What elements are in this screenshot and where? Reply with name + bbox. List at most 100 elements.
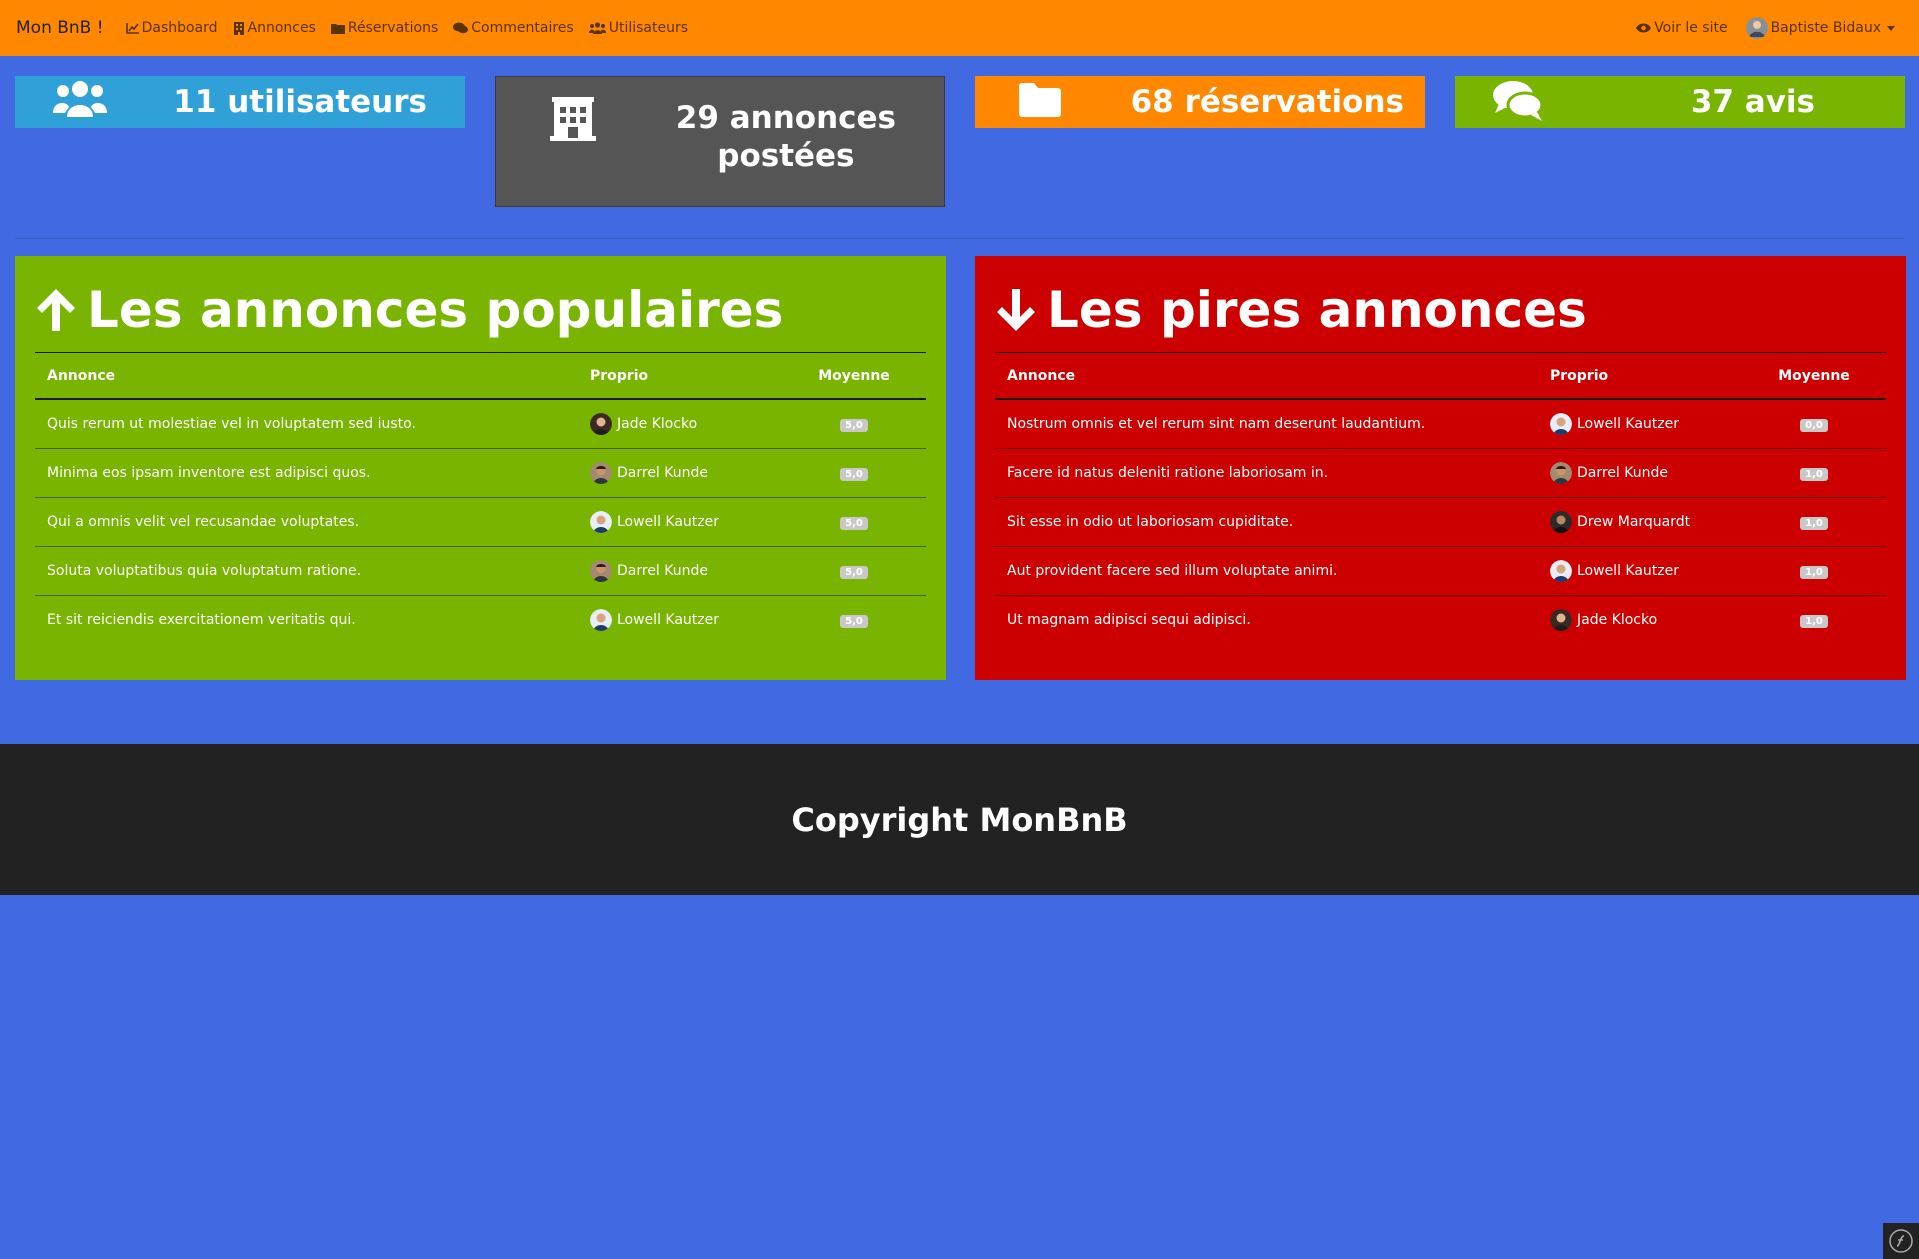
owner-name[interactable]: Jade Klocko [1577, 612, 1657, 628]
col-moyenne: Moyenne [782, 352, 926, 400]
popular-ads-panel: Les annonces populaires Annonce Proprio … [15, 256, 946, 680]
avg-cell: 1,0 [1742, 596, 1886, 645]
stat-ads-card: 29 annonces postées [495, 76, 945, 207]
view-site-label: Voir le site [1654, 20, 1728, 36]
rating-badge: 0,0 [1800, 419, 1828, 432]
nav-reservations-label: Réservations [347, 20, 439, 36]
stat-reviews-card: 37 avis [1455, 76, 1905, 128]
symfony-icon [1889, 1229, 1913, 1253]
brand-link[interactable]: Mon BnB ! [16, 18, 104, 38]
owner-name[interactable]: Darrel Kunde [617, 465, 708, 481]
popular-ads-table: Annonce Proprio Moyenne Quis rerum ut mo… [35, 352, 926, 644]
stat-ads-line1: 29 annonces [675, 100, 896, 136]
ad-title[interactable]: Soluta voluptatibus quia voluptatum rati… [35, 546, 578, 596]
nav-annonces-label: Annonces [247, 20, 316, 36]
symfony-toolbar-toggle[interactable] [1883, 1223, 1919, 1259]
nav-annonces[interactable]: Annonces [233, 20, 316, 36]
rating-badge: 5,0 [840, 566, 868, 579]
owner-cell: Lowell Kautzer [578, 596, 782, 645]
col-proprio: Proprio [578, 352, 782, 400]
ad-title[interactable]: Sit esse in odio ut laboriosam cupiditat… [995, 497, 1538, 547]
stat-ads-line2: postées [717, 138, 855, 174]
owner-name[interactable]: Drew Marquardt [1577, 514, 1690, 530]
stat-ads-value: 29 annonces postées [676, 99, 896, 175]
nav-utilisateurs[interactable]: Utilisateurs [588, 20, 689, 36]
avg-cell: 1,0 [1742, 546, 1886, 596]
col-moyenne: Moyenne [1742, 352, 1886, 400]
avg-cell: 1,0 [1742, 448, 1886, 498]
rating-badge: 5,0 [840, 419, 868, 432]
avatar [1550, 511, 1572, 533]
popular-ads-title: Les annonces populaires [87, 281, 784, 339]
ad-title[interactable]: Aut provident facere sed illum voluptate… [995, 546, 1538, 596]
table-row: Aut provident facere sed illum voluptate… [995, 546, 1886, 596]
owner-name[interactable]: Jade Klocko [617, 416, 697, 432]
owner-name[interactable]: Darrel Kunde [617, 563, 708, 579]
stat-users-card: 11 utilisateurs [15, 76, 465, 128]
ad-title[interactable]: Minima eos ipsam inventore est adipisci … [35, 448, 578, 498]
stat-reservations-card: 68 réservations [975, 76, 1425, 128]
avg-cell: 5,0 [782, 448, 926, 498]
comments-icon [453, 22, 469, 34]
owner-cell: Jade Klocko [1538, 596, 1742, 645]
table-row: Soluta voluptatibus quia voluptatum rati… [35, 546, 926, 596]
nav-reservations[interactable]: Réservations [330, 20, 439, 36]
owner-name[interactable]: Darrel Kunde [1577, 465, 1668, 481]
nav-dashboard[interactable]: Dashboard [125, 20, 218, 36]
owner-cell: Drew Marquardt [1538, 497, 1742, 547]
worst-ads-table: Annonce Proprio Moyenne Nostrum omnis et… [995, 352, 1886, 644]
stat-users-value: 11 utilisateurs [173, 84, 427, 120]
ad-title[interactable]: Ut magnam adipisci sequi adipisci. [995, 596, 1538, 645]
footer: Copyright MonBnB [0, 744, 1919, 895]
chart-line-icon [125, 22, 139, 34]
table-row: Quis rerum ut molestiae vel in voluptate… [35, 399, 926, 449]
owner-cell: Darrel Kunde [1538, 448, 1742, 498]
avg-cell: 5,0 [782, 399, 926, 449]
rating-badge: 1,0 [1800, 615, 1828, 628]
ad-title[interactable]: Facere id natus deleniti ratione laborio… [995, 448, 1538, 498]
col-annonce: Annonce [35, 352, 578, 400]
avatar [590, 609, 612, 631]
owner-cell: Lowell Kautzer [1538, 399, 1742, 449]
avatar [1550, 413, 1572, 435]
rating-badge: 1,0 [1800, 517, 1828, 530]
view-site-link[interactable]: Voir le site [1636, 20, 1728, 36]
users-icon [588, 22, 606, 34]
arrow-up-icon [37, 289, 75, 331]
owner-name[interactable]: Lowell Kautzer [617, 612, 719, 628]
owner-cell: Darrel Kunde [578, 546, 782, 596]
ad-title[interactable]: Qui a omnis velit vel recusandae volupta… [35, 497, 578, 547]
building-icon [233, 21, 244, 35]
table-row: Et sit reiciendis exercitationem veritat… [35, 596, 926, 645]
eye-icon [1636, 23, 1652, 33]
rating-badge: 5,0 [840, 468, 868, 481]
ad-title[interactable]: Nostrum omnis et vel rerum sint nam dese… [995, 399, 1538, 449]
ad-title[interactable]: Et sit reiciendis exercitationem veritat… [35, 596, 578, 645]
owner-name[interactable]: Lowell Kautzer [1577, 563, 1679, 579]
nav-commentaires[interactable]: Commentaires [453, 20, 574, 36]
ad-title[interactable]: Quis rerum ut molestiae vel in voluptate… [35, 399, 578, 449]
owner-name[interactable]: Lowell Kautzer [1577, 416, 1679, 432]
avatar [1550, 609, 1572, 631]
col-annonce: Annonce [995, 352, 1538, 400]
worst-ads-panel: Les pires annonces Annonce Proprio Moyen… [975, 256, 1906, 680]
table-row: Sit esse in odio ut laboriosam cupiditat… [995, 497, 1886, 547]
nav-right: Voir le site Baptiste Bidaux [1618, 17, 1903, 39]
worst-ads-heading: Les pires annonces [995, 256, 1886, 339]
rating-badge: 1,0 [1800, 566, 1828, 579]
worst-ads-title: Les pires annonces [1047, 281, 1587, 339]
user-menu-dropdown[interactable]: Baptiste Bidaux [1745, 17, 1903, 39]
avg-cell: 1,0 [1742, 497, 1886, 547]
avatar [590, 511, 612, 533]
table-row: Facere id natus deleniti ratione laborio… [995, 448, 1886, 498]
avatar [1550, 560, 1572, 582]
nav-dashboard-label: Dashboard [141, 20, 218, 36]
nav-utilisateurs-label: Utilisateurs [608, 20, 689, 36]
popular-ads-heading: Les annonces populaires [35, 256, 926, 339]
owner-name[interactable]: Lowell Kautzer [617, 514, 719, 530]
folder-icon [1019, 83, 1061, 117]
navbar: Mon BnB ! Dashboard Annonces Réservation… [0, 0, 1919, 56]
avatar [590, 560, 612, 582]
owner-cell: Jade Klocko [578, 399, 782, 449]
table-row: Nostrum omnis et vel rerum sint nam dese… [995, 399, 1886, 449]
